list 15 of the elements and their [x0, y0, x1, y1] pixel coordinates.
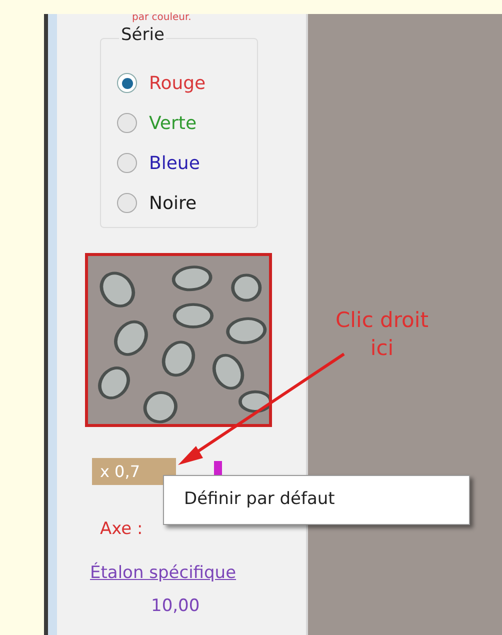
menu-item[interactable]: Définir par défaut	[184, 487, 335, 513]
hint-text: par couleur.	[132, 12, 192, 24]
radio-label[interactable]: Bleue	[149, 150, 200, 176]
radio-button[interactable]	[117, 73, 137, 93]
radio-button[interactable]	[117, 153, 137, 173]
axis-label: Axe :	[100, 518, 144, 541]
annotation-text: Clic droit ici	[334, 307, 430, 362]
radio-label[interactable]: Verte	[149, 110, 197, 136]
radio-button[interactable]	[117, 113, 137, 133]
radio-label[interactable]: Noire	[149, 190, 197, 216]
radio-label[interactable]: Rouge	[149, 70, 206, 96]
radio-button[interactable]	[117, 193, 137, 213]
calibration-value: 10,00	[151, 595, 201, 618]
color-swatch-icon	[214, 460, 222, 476]
calibration-link[interactable]: Étalon spécifique	[90, 560, 306, 586]
